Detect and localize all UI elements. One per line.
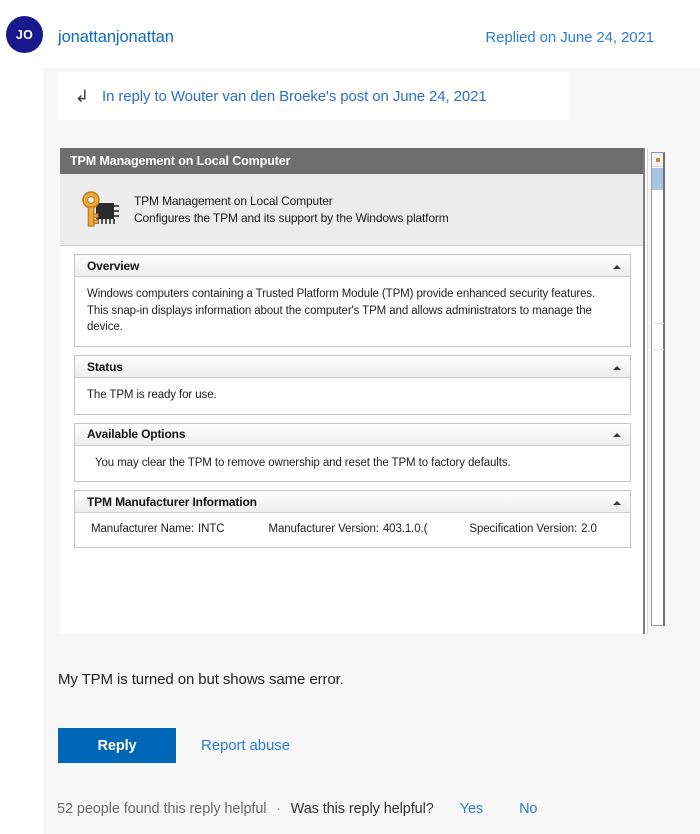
embedded-screenshot-image[interactable]: TPM Management on Local Computer TPM Man… — [60, 148, 675, 634]
tpm-actions-pane-sliver — [647, 148, 675, 634]
actions-pane-selected-row — [652, 168, 663, 190]
specification-version-label: Specification Version: — [469, 523, 578, 536]
tpm-window-title: TPM Management on Local Computer — [70, 154, 291, 168]
panel-overview: Overview Windows computers containing a … — [74, 254, 631, 348]
panel-manufacturer-info-title: TPM Manufacturer Information — [87, 494, 257, 509]
collapse-up-icon[interactable] — [612, 497, 622, 507]
panel-status-body: The TPM is ready for use. — [87, 389, 217, 402]
tpm-banner: TPM Management on Local Computer Configu… — [60, 174, 643, 246]
post-actions: Reply Report abuse — [58, 728, 290, 763]
actions-pane-row — [653, 323, 664, 324]
vote-no-link[interactable]: No — [519, 801, 537, 817]
key-chip-icon-svg — [82, 190, 119, 227]
panel-manufacturer-info: TPM Manufacturer Information Manufacture… — [74, 490, 631, 549]
key-chip-icon — [76, 187, 122, 233]
helpful-count-text: 52 people found this reply helpful — [57, 801, 267, 817]
tpm-banner-subheading: Configures the TPM and its support by th… — [134, 210, 449, 225]
manufacturer-name-field: Manufacturer Name: INTC — [91, 523, 225, 536]
forum-reply-page: JO jonattanjonattan Replied on June 24, … — [0, 0, 700, 834]
panel-available-options-header[interactable]: Available Options — [75, 423, 630, 446]
tpm-banner-heading: TPM Management on Local Computer — [134, 194, 333, 209]
collapse-up-icon[interactable] — [612, 261, 622, 271]
report-abuse-link[interactable]: Report abuse — [201, 737, 290, 754]
manufacturer-info-row: Manufacturer Name: INTC Manufacturer Vers… — [75, 513, 630, 547]
collapse-up-icon[interactable] — [612, 429, 622, 439]
tpm-banner-text: TPM Management on Local Computer Configu… — [134, 193, 449, 225]
panel-overview-header[interactable]: Overview — [75, 255, 630, 277]
actions-pane-tab — [652, 153, 663, 167]
panel-overview-body: Windows computers containing a Trusted P… — [87, 288, 596, 334]
panel-available-options: Available Options You may clear the TPM … — [74, 422, 631, 483]
tpm-panels-container: Overview Windows computers containing a … — [60, 246, 643, 634]
vote-yes-link[interactable]: Yes — [460, 801, 483, 817]
manufacturer-name-label: Manufacturer Name: — [91, 523, 195, 536]
in-reply-to-banner: ↲ In reply to Wouter van den Broeke's po… — [58, 72, 570, 120]
post-body-text: My TPM is turned on but shows same error… — [58, 671, 344, 688]
post-timestamp: Replied on June 24, 2021 — [485, 29, 654, 46]
specification-version-value: 2.0 — [581, 523, 597, 536]
actions-pane-edge — [651, 152, 665, 626]
reply-arrow-icon: ↲ — [74, 86, 90, 106]
manufacturer-name-value: INTC — [198, 523, 225, 536]
helpful-question-text: Was this reply helpful? — [290, 801, 434, 817]
manufacturer-version-value: 403.1.0.( — [382, 523, 428, 536]
actions-pane-row — [653, 349, 664, 350]
panel-status: Status The TPM is ready for use. — [74, 355, 631, 415]
post-author-link[interactable]: jonattanjonattan — [58, 28, 174, 47]
panel-manufacturer-info-header[interactable]: TPM Manufacturer Information — [75, 491, 630, 514]
panel-status-title: Status — [87, 359, 123, 374]
tpm-window-titlebar: TPM Management on Local Computer — [60, 148, 643, 174]
avatar: JO — [6, 16, 43, 53]
panel-available-options-title: Available Options — [87, 427, 186, 442]
collapse-up-icon[interactable] — [612, 362, 622, 372]
panel-available-options-body: You may clear the TPM to remove ownershi… — [95, 456, 511, 469]
separator-dot: · — [276, 801, 281, 816]
specification-version-field: Specification Version: 2.0 — [469, 523, 597, 536]
manufacturer-version-field: Manufacturer Version: 403.1.0.( — [268, 523, 427, 535]
post-header: JO jonattanjonattan Replied on June 24, … — [0, 0, 700, 68]
manufacturer-version-label: Manufacturer Version: — [268, 523, 379, 536]
panel-status-header[interactable]: Status — [75, 356, 630, 379]
actions-pane-icon — [656, 158, 660, 162]
reply-button[interactable]: Reply — [58, 728, 176, 763]
tpm-management-window: TPM Management on Local Computer TPM Man… — [60, 148, 645, 634]
panel-overview-title: Overview — [87, 258, 140, 273]
helpfulness-bar: 52 people found this reply helpful · Was… — [57, 801, 538, 817]
in-reply-to-link[interactable]: In reply to Wouter van den Broeke's post… — [102, 88, 487, 105]
